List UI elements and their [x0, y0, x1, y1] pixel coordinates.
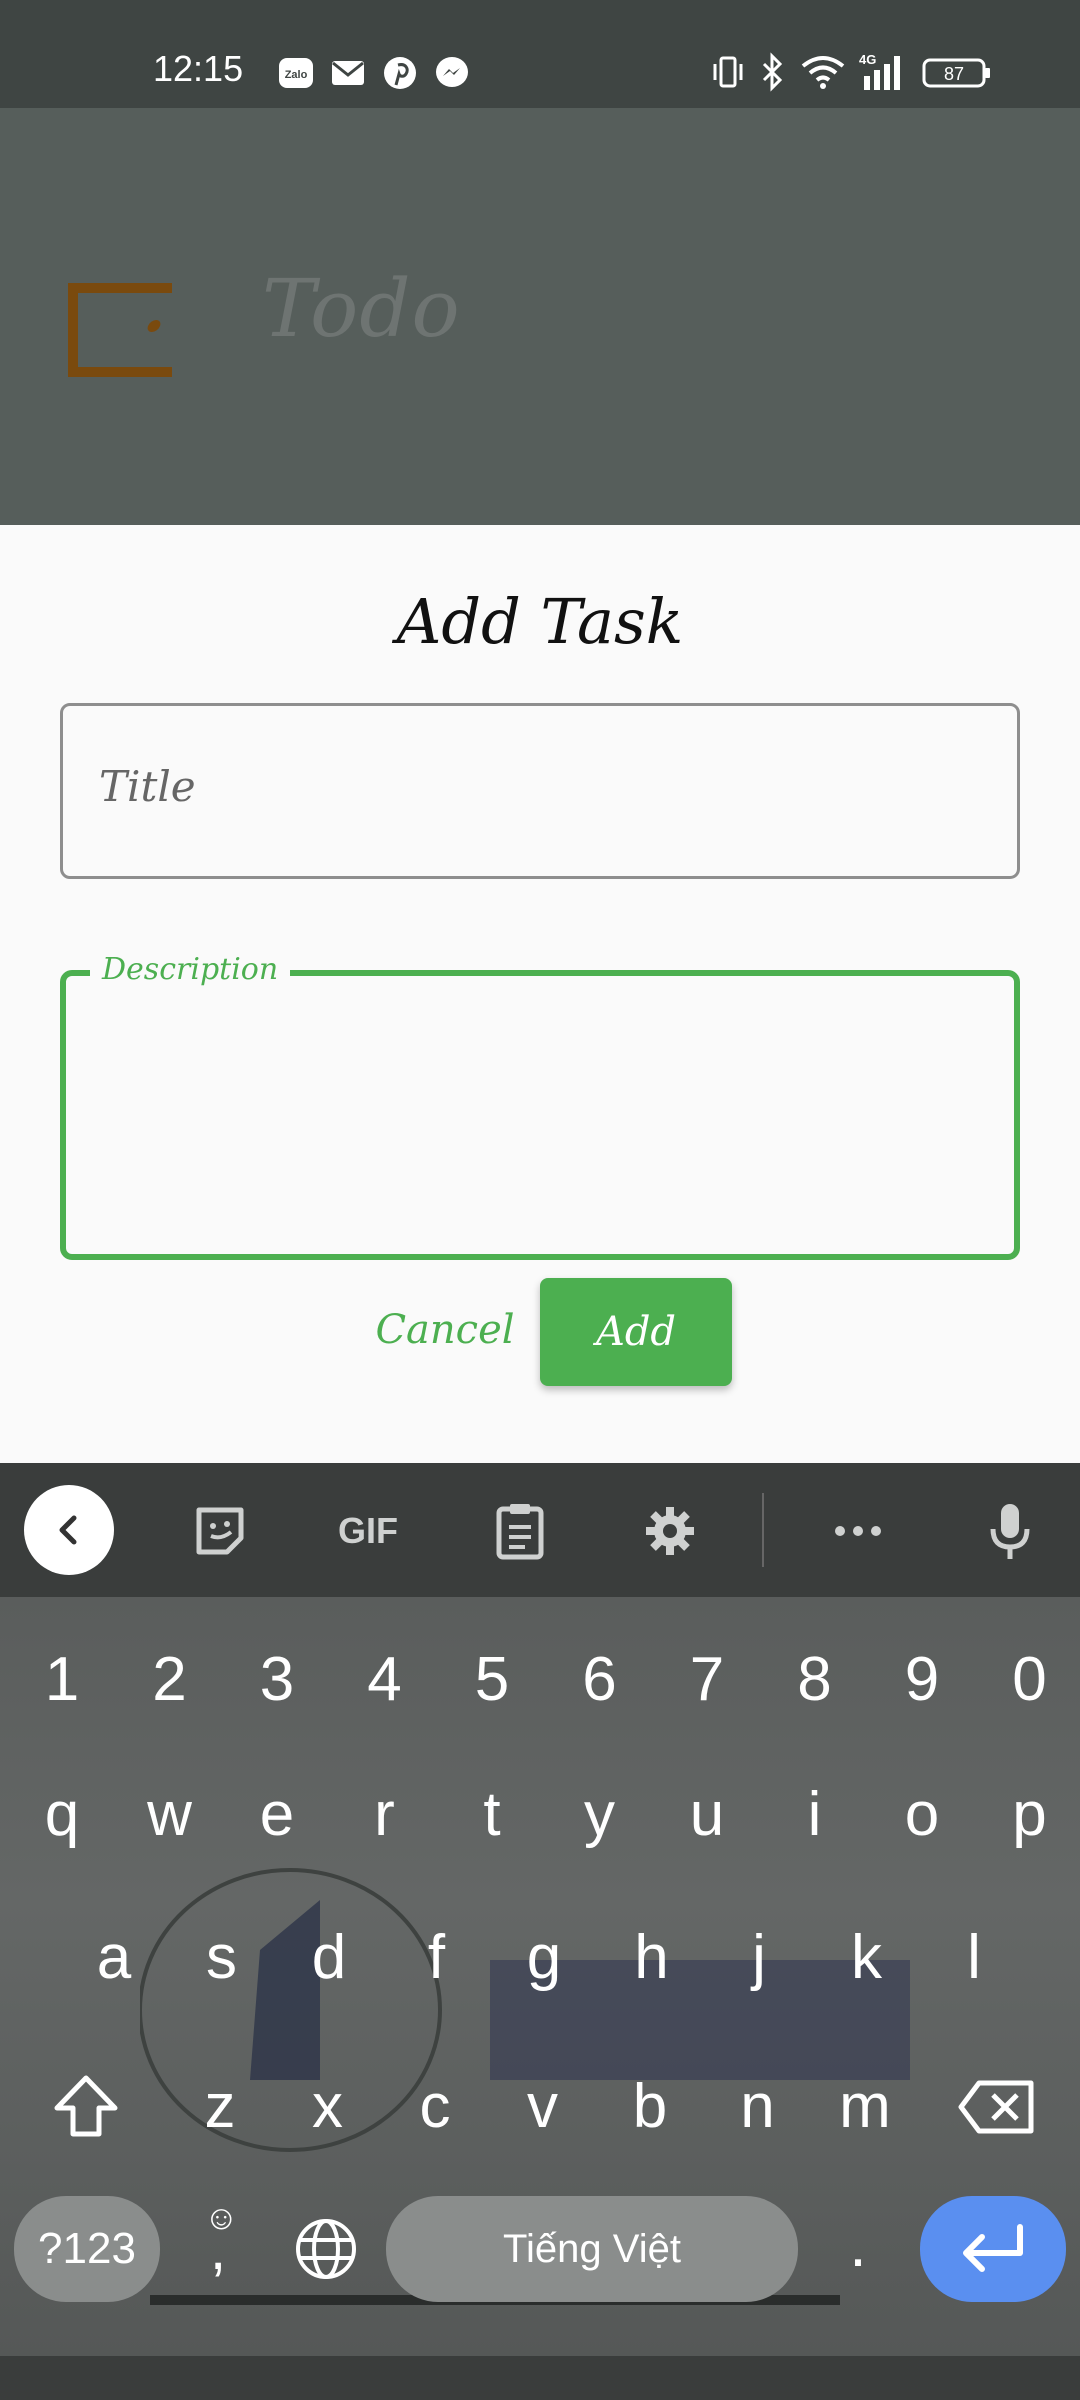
status-time: 12:15 [153, 48, 244, 89]
letter-key-s[interactable]: s [172, 1908, 272, 2008]
number-key-3[interactable]: 3 [227, 1630, 327, 1730]
status-bar: 12:15 Zalo 4G 87 [0, 0, 1080, 108]
number-key-9[interactable]: 9 [872, 1630, 972, 1730]
number-key-6[interactable]: 6 [550, 1630, 650, 1730]
letter-key-f[interactable]: f [387, 1908, 487, 2008]
title-input[interactable]: Title [60, 703, 1020, 879]
dialog-title: Add Task [396, 585, 684, 658]
language-switch-key[interactable] [276, 2196, 376, 2302]
wifi-icon [800, 52, 846, 92]
app-title: Todo [262, 262, 461, 355]
more-options-icon[interactable] [826, 1499, 890, 1563]
letter-key-z[interactable]: z [170, 2057, 270, 2157]
letter-key-k[interactable]: k [817, 1908, 917, 2008]
settings-gear-icon[interactable] [638, 1499, 702, 1563]
letter-key-p[interactable]: p [980, 1765, 1080, 1865]
add-button[interactable]: Add [540, 1278, 732, 1386]
number-key-2[interactable]: 2 [120, 1630, 220, 1730]
space-bar[interactable]: Tiếng Việt [386, 2196, 798, 2302]
enter-arrow-icon [963, 2224, 1023, 2272]
shift-arrow-icon [54, 2075, 118, 2137]
letter-key-d[interactable]: d [279, 1908, 379, 2008]
gif-button[interactable]: GIF [333, 1499, 403, 1563]
bluetooth-icon [758, 52, 788, 92]
letter-key-g[interactable]: g [494, 1908, 594, 2008]
letter-key-v[interactable]: v [493, 2057, 593, 2157]
letter-key-i[interactable]: i [765, 1765, 865, 1865]
signal-icon: 4G [858, 52, 908, 92]
period-key[interactable]: . [808, 2196, 908, 2302]
letter-key-x[interactable]: x [278, 2057, 378, 2157]
letter-key-r[interactable]: r [335, 1765, 435, 1865]
messenger-icon [434, 55, 470, 91]
navigation-bar [0, 2356, 1080, 2400]
zalo-icon: Zalo [278, 55, 314, 91]
title-placeholder: Title [99, 762, 196, 811]
letter-key-a[interactable]: a [64, 1908, 164, 2008]
letter-key-y[interactable]: y [550, 1765, 650, 1865]
comma-label: , [210, 2217, 227, 2282]
battery-icon: 87 [922, 52, 992, 92]
symbols-key[interactable]: ?123 [14, 2196, 160, 2302]
comma-key[interactable]: ☺ , [168, 2196, 268, 2302]
vibrate-icon [710, 52, 746, 92]
backspace-icon [958, 2080, 1034, 2134]
cancel-button[interactable]: Cancel [370, 1285, 520, 1375]
keyboard-toolbar: GIF [0, 1463, 1080, 1597]
letter-key-c[interactable]: c [385, 2057, 485, 2157]
battery-level: 87 [944, 64, 964, 84]
number-key-1[interactable]: 1 [12, 1630, 112, 1730]
sticker-icon[interactable] [188, 1499, 252, 1563]
microphone-icon[interactable] [978, 1499, 1042, 1563]
shift-key[interactable] [36, 2057, 136, 2157]
svg-text:Zalo: Zalo [285, 69, 308, 81]
letter-key-n[interactable]: n [708, 2057, 808, 2157]
letter-key-l[interactable]: l [924, 1908, 1024, 2008]
svg-text:4G: 4G [859, 52, 876, 67]
number-key-8[interactable]: 8 [765, 1630, 865, 1730]
number-key-5[interactable]: 5 [442, 1630, 542, 1730]
globe-icon [296, 2219, 356, 2279]
description-label: Description [90, 952, 291, 987]
keyboard-collapse-button[interactable] [24, 1485, 114, 1575]
description-input[interactable] [60, 970, 1020, 1260]
letter-key-u[interactable]: u [657, 1765, 757, 1865]
letter-key-e[interactable]: e [227, 1765, 327, 1865]
toolbar-divider [762, 1493, 764, 1567]
enter-key[interactable] [920, 2196, 1066, 2302]
pinterest-icon [382, 55, 418, 91]
letter-key-w[interactable]: w [120, 1765, 220, 1865]
number-key-4[interactable]: 4 [335, 1630, 435, 1730]
letter-key-q[interactable]: q [12, 1765, 112, 1865]
number-key-0[interactable]: 0 [980, 1630, 1080, 1730]
letter-key-b[interactable]: b [600, 2057, 700, 2157]
clipboard-icon[interactable] [488, 1499, 552, 1563]
letter-key-o[interactable]: o [872, 1765, 972, 1865]
letter-key-t[interactable]: t [442, 1765, 542, 1865]
letter-key-h[interactable]: h [602, 1908, 702, 2008]
add-task-dialog: Add Task Title Description Cancel Add [0, 525, 1080, 1463]
backspace-key[interactable] [942, 2057, 1052, 2157]
mail-icon [330, 55, 366, 91]
number-key-7[interactable]: 7 [657, 1630, 757, 1730]
chevron-left-icon [59, 1515, 77, 1545]
letter-key-j[interactable]: j [709, 1908, 809, 2008]
letter-key-m[interactable]: m [815, 2057, 915, 2157]
